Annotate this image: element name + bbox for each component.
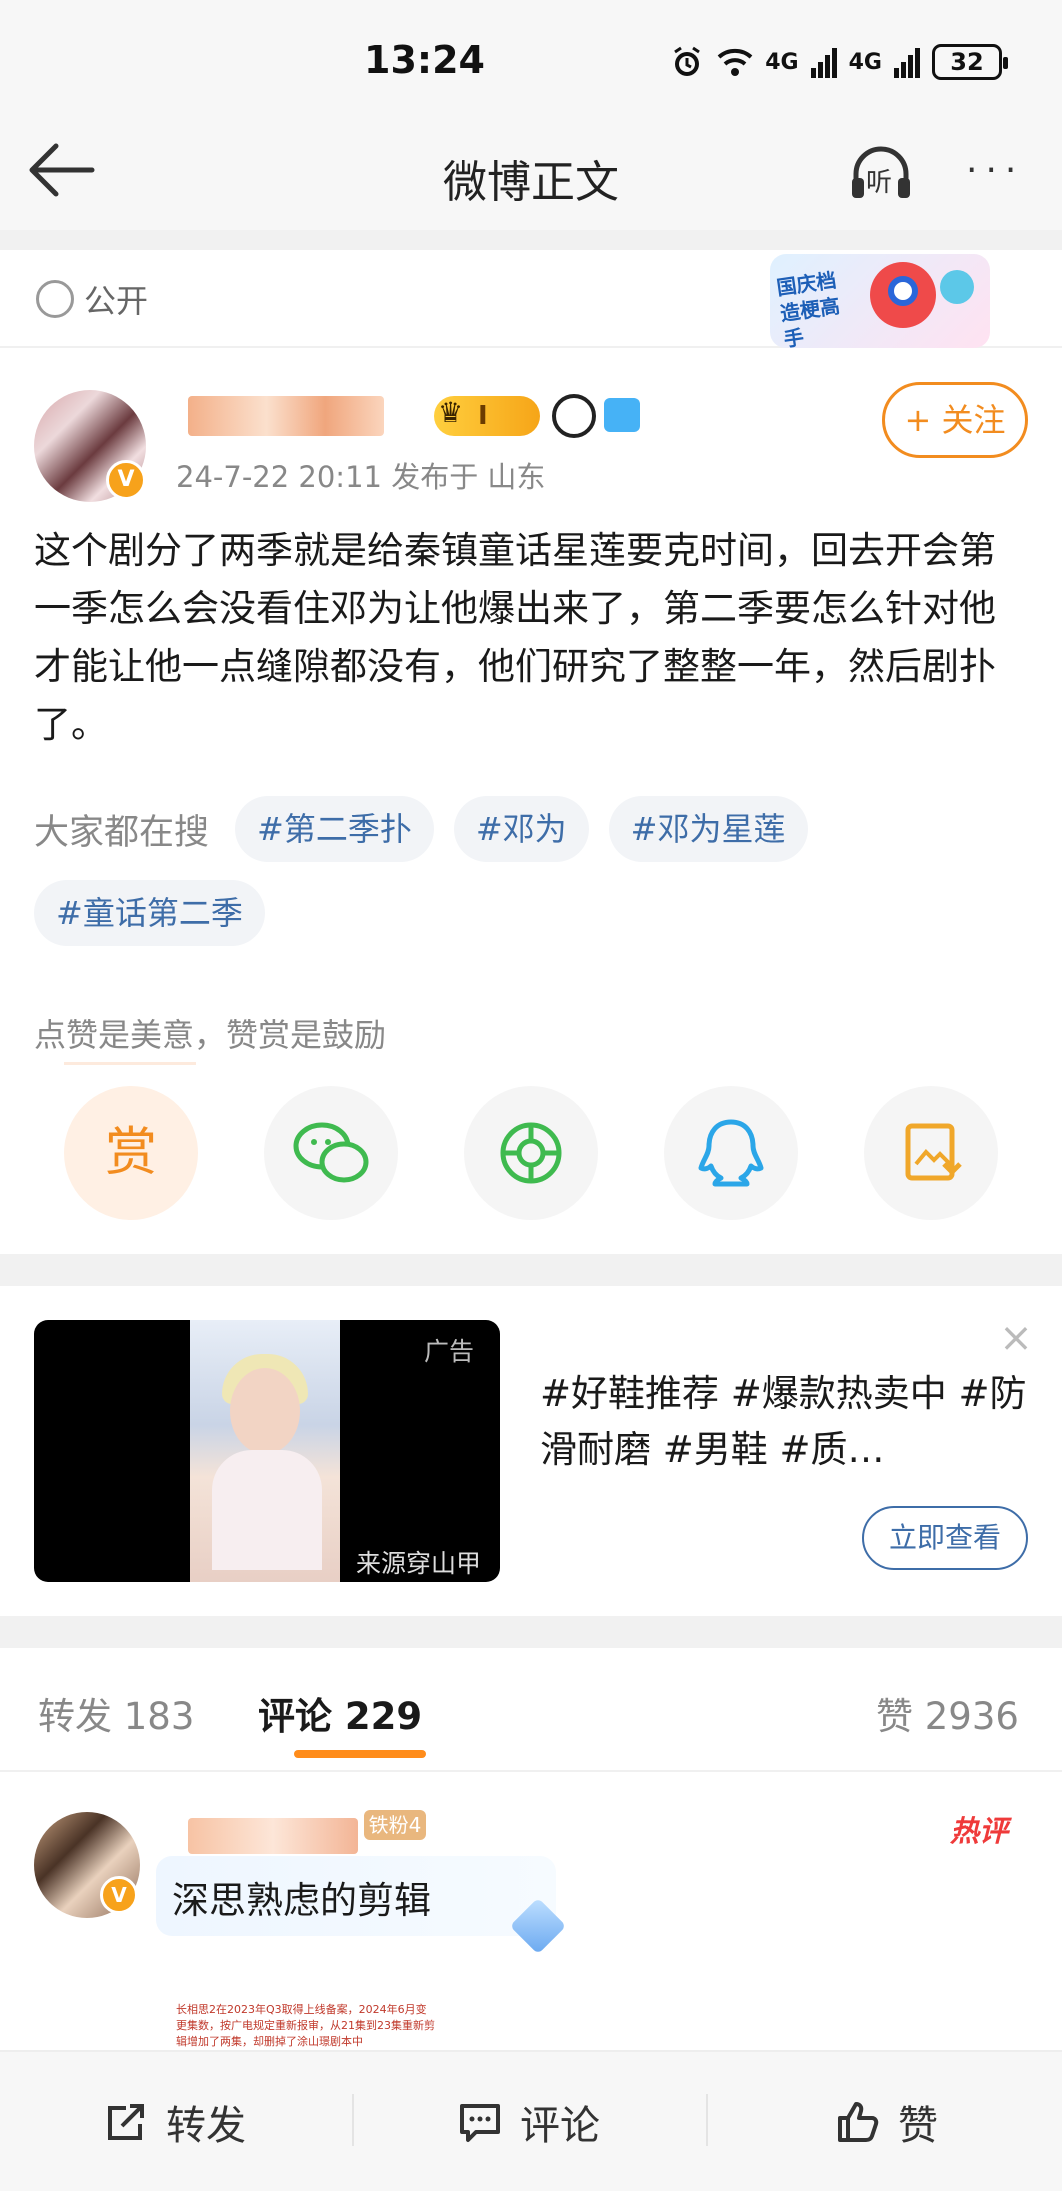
- post-meta: 24-7-22 20:11 发布于 山东: [176, 460, 546, 494]
- qq-share-button[interactable]: [664, 1086, 798, 1220]
- search-tag[interactable]: #第二季扑: [235, 796, 434, 862]
- verified-icon: V: [100, 1876, 138, 1914]
- wechat-share-button[interactable]: [264, 1086, 398, 1220]
- ad-figure: [212, 1450, 322, 1570]
- username-blurred[interactable]: [188, 396, 384, 436]
- wifi-icon: [717, 48, 753, 76]
- divider: [0, 1770, 1062, 1772]
- comment-text: 深思熟虑的剪辑: [172, 1879, 431, 1922]
- tab-indicator: [294, 1750, 426, 1758]
- signal-1-label: 4G: [765, 49, 799, 75]
- verified-icon: V: [106, 460, 146, 500]
- listen-button[interactable]: 听: [846, 142, 916, 202]
- ad-label: 广告: [424, 1337, 475, 1366]
- reward-icon: 赏: [104, 1123, 157, 1183]
- divider: [352, 2094, 354, 2146]
- save-image-button[interactable]: [864, 1086, 998, 1220]
- save-image-icon: [905, 1123, 962, 1181]
- search-tag[interactable]: #童话第二季: [34, 880, 265, 946]
- visibility-label: 公开: [84, 282, 149, 320]
- battery-icon: 32: [932, 44, 1008, 80]
- balloon-icon: [940, 270, 974, 304]
- hint-underline: [64, 1062, 196, 1065]
- ad-view-button[interactable]: 立即查看: [862, 1506, 1028, 1570]
- like-button[interactable]: 赞: [834, 2092, 938, 2152]
- repost-label: 转发: [166, 2103, 246, 2149]
- ad-text[interactable]: #好鞋推荐 #爆款热卖中 #防滑耐磨 #男鞋 #质…: [540, 1366, 1030, 1478]
- listen-label: 听: [866, 168, 893, 198]
- crown-icon: ♛: [438, 396, 464, 429]
- promo-text: 国庆档 造梗高手: [775, 267, 842, 352]
- divider: [0, 1254, 1062, 1286]
- wechat-icon: [293, 1122, 369, 1183]
- repost-button[interactable]: 转发: [102, 2092, 246, 2152]
- post-body: 这个剧分了两季就是给秦镇童话星莲要克时间，回去开会第一季怎么会没看住邓为让他爆出…: [34, 529, 996, 746]
- fan-badge: 铁粉4: [364, 1810, 426, 1840]
- comment-image-text[interactable]: 长相思2在2023年Q3取得上线备案，2024年6月变更集数，按广电规定重新报审…: [176, 2002, 436, 2050]
- search-tag[interactable]: #邓为星莲: [608, 796, 808, 862]
- comment-button[interactable]: 评论: [456, 2092, 600, 2152]
- tv-icon: [604, 398, 640, 432]
- moments-share-button[interactable]: [464, 1086, 598, 1220]
- repost-icon: [108, 2104, 144, 2140]
- ad-face: [230, 1368, 300, 1454]
- alarm-icon: [674, 46, 701, 76]
- like-label: 赞: [898, 2103, 938, 2149]
- more-menu-icon[interactable]: ···: [966, 150, 1036, 191]
- moments-icon: [500, 1122, 562, 1184]
- qq-icon: [698, 1119, 764, 1187]
- status-time: 13:24: [364, 38, 485, 82]
- tab-comment[interactable]: 评论 229: [258, 1686, 422, 1740]
- hot-comment-badge: 热评: [950, 1814, 1009, 1848]
- comment-username-blurred[interactable]: [188, 1818, 358, 1854]
- signal-2-label: 4G: [848, 49, 882, 75]
- ad-source: 来源穿山甲: [356, 1549, 482, 1578]
- search-tags: 大家都在搜 #第二季扑 #邓为 #邓为星莲 #童话第二季: [34, 796, 1024, 946]
- divider: [706, 2094, 708, 2146]
- thumbs-up-icon: [838, 2102, 879, 2142]
- like-hint: 点赞是美意，赞赏是鼓励: [34, 1016, 387, 1054]
- tab-repost[interactable]: 转发 183: [38, 1686, 194, 1740]
- globe-icon: [36, 280, 74, 318]
- panda-icon: [552, 394, 596, 438]
- tab-like[interactable]: 赞 2936: [876, 1686, 1019, 1740]
- close-icon[interactable]: ×: [996, 1318, 1036, 1358]
- follow-button[interactable]: + 关注: [882, 382, 1028, 458]
- comment-label: 评论: [520, 2103, 600, 2149]
- reward-button[interactable]: 赏: [64, 1086, 198, 1220]
- mascot-eye-icon: [888, 276, 918, 306]
- signal-icon: [810, 48, 837, 78]
- divider: [0, 230, 1062, 250]
- comment-icon: [460, 2104, 500, 2142]
- search-label: 大家都在搜: [34, 812, 210, 853]
- search-tag[interactable]: #邓为: [453, 796, 589, 862]
- signal-icon-2: [894, 48, 920, 78]
- status-icons: 4G 4G 32: [669, 40, 1008, 84]
- divider: [0, 1616, 1062, 1648]
